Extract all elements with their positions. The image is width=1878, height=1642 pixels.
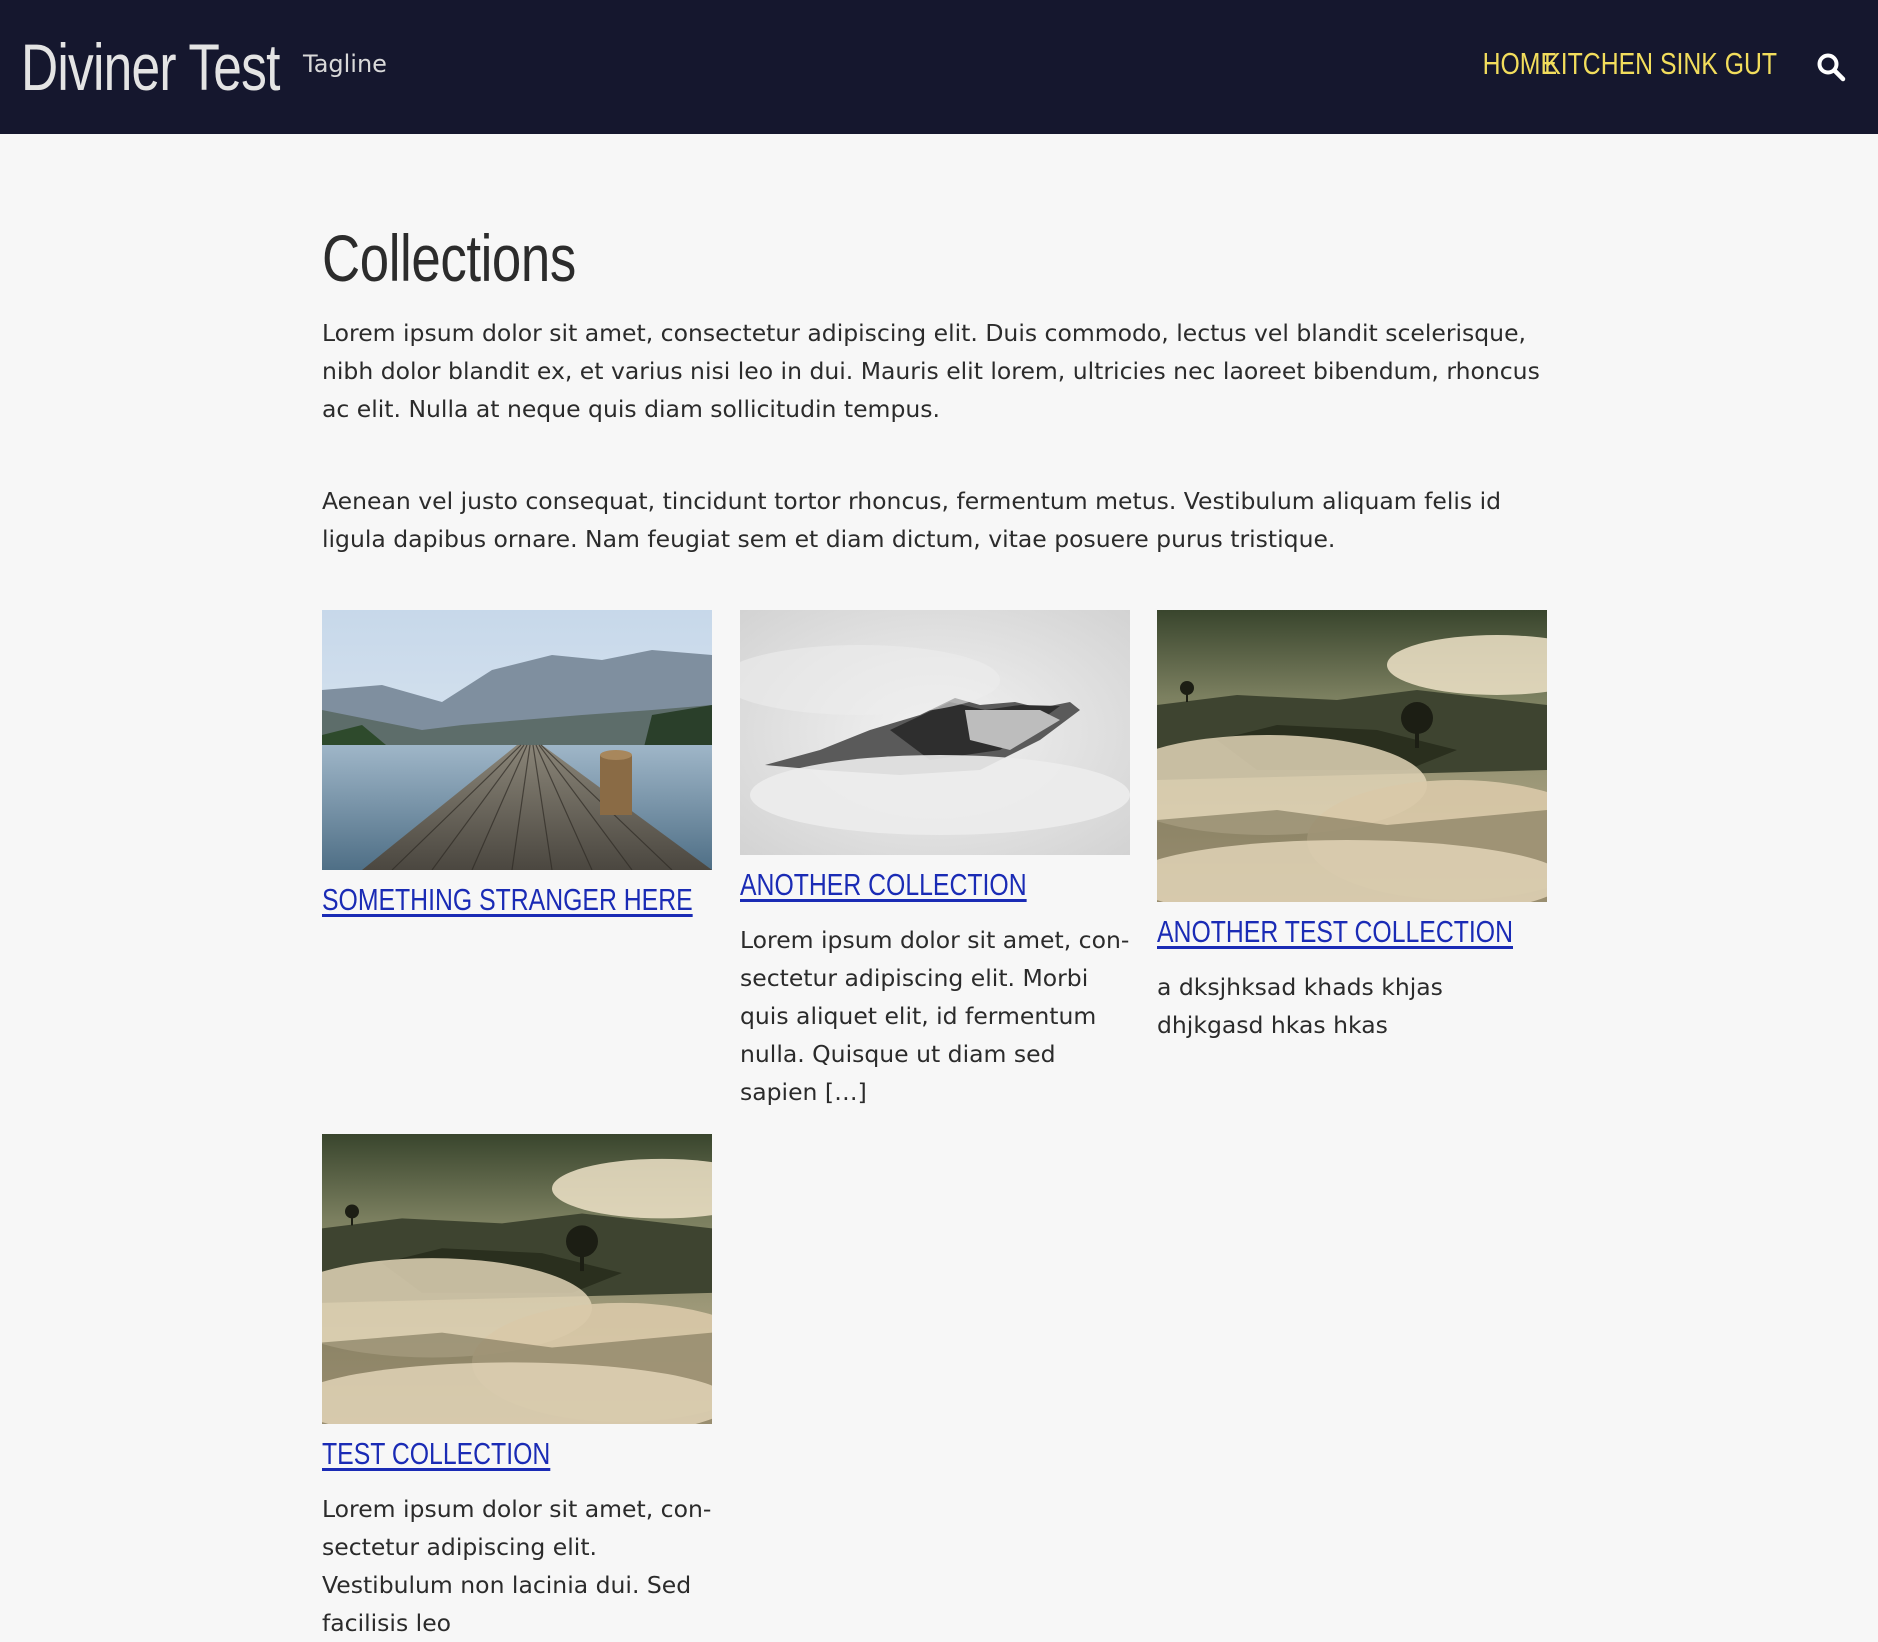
collection-card: ANOTHER TEST COLLECTION a dksjhksad khad… <box>1157 610 1547 1044</box>
page-title: Collections <box>322 221 576 295</box>
collection-title-link[interactable]: SOMETHING STRANGER HERE <box>322 882 693 918</box>
main-content: Collections Lorem ipsum dolor sit amet, … <box>322 134 1549 1637</box>
intro-paragraph: Lorem ipsum dolor sit amet, consectetur … <box>322 319 1540 423</box>
collection-card: SOMETHING STRANGER HERE <box>322 610 712 918</box>
lake-dock-photo[interactable] <box>322 610 712 870</box>
collection-description: a dksjhksad khads khjas dhjkgasd hkas hk… <box>1157 973 1443 1039</box>
collection-card: ANOTHER COLLECTION Lorem ipsum dolor sit… <box>740 610 1130 1111</box>
collection-card: TEST COLLECTION Lorem ipsum dolor sit am… <box>322 1134 712 1642</box>
collection-description: Lorem ipsum dolor sit amet, con­sectetur… <box>740 926 1130 1106</box>
site-title[interactable]: Diviner Test <box>21 27 280 107</box>
search-icon[interactable] <box>1816 52 1846 82</box>
collection-title-link[interactable]: ANOTHER TEST COLLECTION <box>1157 914 1513 950</box>
intro-text: Lorem ipsum dolor sit amet, consectetur … <box>322 314 1549 558</box>
misty-mountain-photo[interactable] <box>740 610 1130 855</box>
site-tagline: Tagline <box>303 50 387 78</box>
foggy-hills-photo[interactable] <box>1157 610 1547 902</box>
intro-paragraph: Aenean vel justo consequat, tincidunt to… <box>322 487 1502 553</box>
collection-title-link[interactable]: TEST COLLECTION <box>322 1436 550 1472</box>
collection-title-link[interactable]: ANOTHER COLLECTION <box>740 867 1027 903</box>
nav-link-kitchen-sink-gut[interactable]: KITCHEN SINK GUT <box>1544 46 1777 82</box>
site-header: Diviner Test Tagline HOME KITCHEN SINK G… <box>0 0 1878 134</box>
collection-description: Lorem ipsum dolor sit amet, con­sectetur… <box>322 1495 712 1637</box>
foggy-hills-photo[interactable] <box>322 1134 712 1424</box>
